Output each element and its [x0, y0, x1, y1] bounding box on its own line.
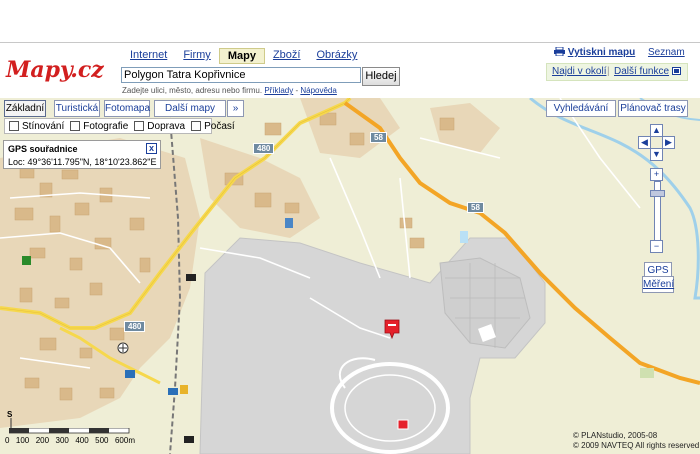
print-map-label: Vytiskni mapu	[567, 47, 636, 58]
scale-tick: 300	[55, 436, 69, 445]
pocasi-checkbox[interactable]	[191, 121, 202, 131]
copyright-line: © PLANstudio, 2005-08	[573, 431, 658, 440]
scale-tick: 400	[75, 436, 89, 445]
copyright-line: © 2009 NAVTEQ All rights reserved	[573, 441, 700, 450]
scale-tick: 0	[5, 436, 10, 445]
road-label-58-top: 58	[370, 132, 387, 143]
hint-separator: -	[295, 86, 299, 95]
tab-firmy[interactable]: Firmy	[175, 48, 219, 64]
examples-link[interactable]: Příklady	[264, 86, 293, 95]
scale-tick: 500	[95, 436, 109, 445]
doprava-checkbox[interactable]	[134, 121, 145, 131]
zoom-out-icon[interactable]: −	[650, 240, 663, 253]
zoom-in-icon[interactable]: +	[650, 168, 663, 181]
stinovani-checkbox[interactable]	[9, 121, 19, 131]
hint-text: Zadejte ulici, město, adresu nebo firmu.	[122, 86, 263, 95]
map-type-dalsi[interactable]: Další mapy	[154, 100, 226, 117]
map-area[interactable]: 480 58 58 480 Základní Turistická Fotoma…	[0, 98, 700, 454]
pocasi-label: Počasí	[204, 120, 235, 132]
print-map-link[interactable]: Vytiskni mapu	[554, 46, 636, 58]
printer-icon	[554, 46, 565, 57]
expand-maps-button[interactable]: »	[227, 100, 244, 117]
map-navigation: ▲ ◀ ▶ ▼ + −	[636, 124, 678, 284]
tab-internet[interactable]: Internet	[122, 48, 175, 64]
scale-tick: 200	[35, 436, 50, 445]
help-link[interactable]: Nápověda	[300, 86, 336, 95]
doprava-label: Doprava	[147, 120, 186, 132]
header: Mapy.cz Internet Firmy Mapy Zboží Obrázk…	[0, 42, 700, 99]
poi-shirt-icon[interactable]	[125, 370, 135, 378]
search-panel-button[interactable]: Vyhledávání	[546, 100, 616, 117]
search-button[interactable]: Hledej	[362, 67, 400, 86]
fotografie-label: Fotografie	[83, 120, 129, 132]
poi-train-icon-2[interactable]	[184, 436, 194, 443]
poi-train-icon[interactable]	[186, 274, 196, 281]
tab-mapy[interactable]: Mapy	[218, 48, 265, 64]
road-label-480-bottom: 480	[124, 321, 146, 332]
poi-blue-icon[interactable]	[285, 218, 293, 228]
tab-zbozi[interactable]: Zboží	[265, 48, 309, 64]
measure-button[interactable]: Měření	[642, 276, 674, 293]
layer-doprava[interactable]: Doprava	[134, 121, 185, 132]
expand-box-icon[interactable]	[672, 67, 681, 75]
poi-car-icon[interactable]	[168, 388, 178, 395]
road-label-480-top: 480	[253, 143, 275, 154]
layer-pocasi[interactable]: Počasí	[191, 121, 235, 132]
road-label-58-mid: 58	[467, 202, 484, 213]
search-input[interactable]	[121, 67, 361, 83]
logo-text: Mapy.cz	[5, 57, 104, 83]
poi-gas-icon[interactable]	[180, 385, 188, 394]
seznam-link[interactable]: Seznam	[648, 47, 685, 58]
route-planner-button[interactable]: Plánovač trasy	[618, 100, 688, 117]
poi-green-icon[interactable]	[22, 256, 31, 265]
fotografie-checkbox[interactable]	[70, 121, 81, 131]
tab-obrazky[interactable]: Obrázky	[308, 48, 365, 64]
more-functions-link[interactable]: Další funkce	[614, 66, 669, 77]
gps-value: Loc: 49°36'11.795"N, 18°10'23.862"E	[8, 157, 157, 167]
map-type-turisticka[interactable]: Turistická	[54, 100, 100, 117]
stinovani-label: Stínování	[22, 120, 65, 132]
scale-tick: 100	[15, 436, 30, 445]
layer-fotografie[interactable]: Fotografie	[70, 121, 128, 132]
map-type-fotomapa[interactable]: Fotomapa	[104, 100, 150, 117]
pan-down-icon[interactable]: ▼	[650, 148, 663, 161]
scale-ticks: 0 100 200 300 400 500 600m	[5, 436, 135, 445]
layers-bar: Stínování Fotografie Doprava Počasí	[4, 118, 235, 134]
map-scale: S 0 100 200 300 400 500 600m	[5, 398, 135, 446]
pan-right-icon[interactable]: ▶	[662, 136, 675, 149]
find-nearby-link[interactable]: Najdi v okolí	[552, 66, 606, 77]
copyright: © PLANstudio, 2005-08 © 2009 NAVTEQ All …	[573, 431, 699, 451]
tools-divider: |	[607, 66, 610, 77]
search-tabs: Internet Firmy Mapy Zboží Obrázky	[122, 48, 365, 64]
map-type-zakladni[interactable]: Základní	[4, 100, 46, 117]
scale-tick: 600m	[114, 436, 135, 445]
scale-bar	[9, 428, 130, 434]
layer-stinovani[interactable]: Stínování	[9, 121, 64, 132]
tools-bar: Najdi v okolí | Další funkce	[546, 63, 688, 81]
north-arrow-icon	[10, 418, 12, 430]
search-hint: Zadejte ulici, město, adresu nebo firmu.…	[122, 86, 337, 95]
gps-title: GPS souřadnice	[8, 144, 78, 154]
zoom-slider-handle[interactable]	[650, 190, 665, 197]
gps-panel: GPS souřadnice x Loc: 49°36'11.795"N, 18…	[3, 140, 161, 169]
mapy-logo[interactable]: Mapy.cz	[4, 51, 114, 85]
close-icon[interactable]: x	[146, 143, 157, 154]
